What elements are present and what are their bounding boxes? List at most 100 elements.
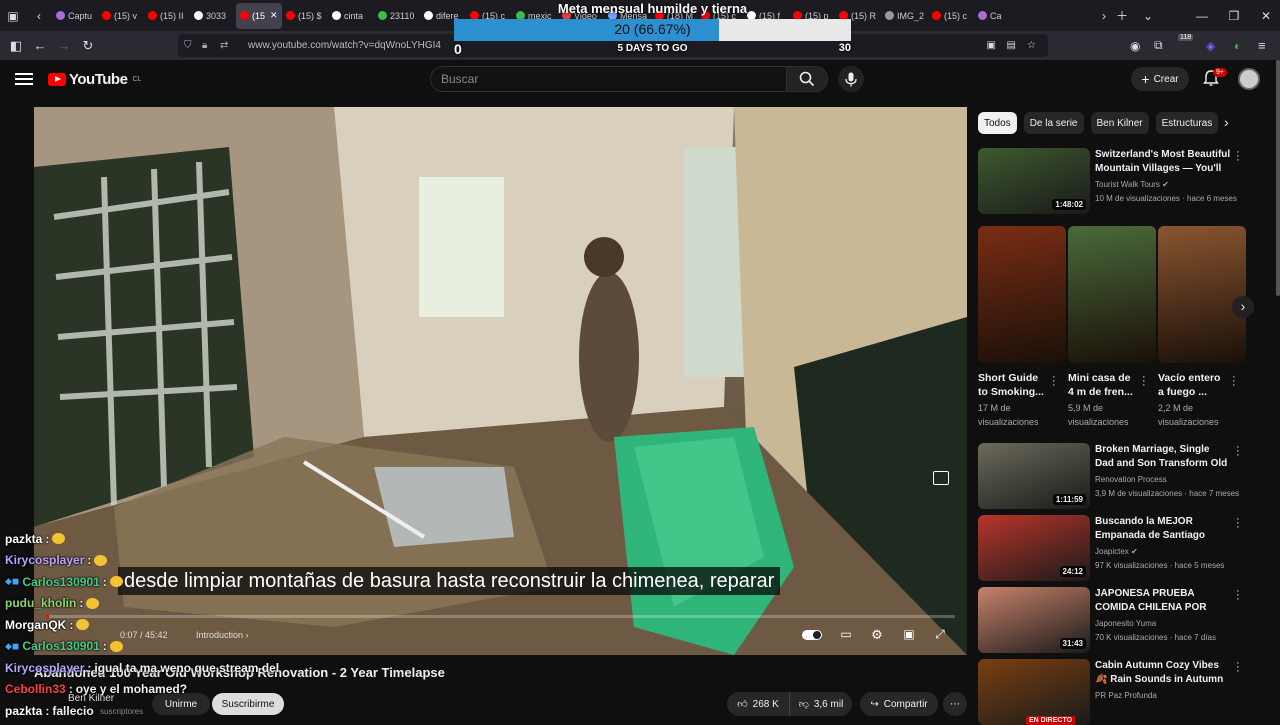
tab-overview-icon[interactable]: ▣ (0, 0, 26, 31)
chat-username[interactable]: Carlos130901 (22, 639, 99, 653)
account-icon[interactable]: ◉ (1130, 39, 1140, 53)
more-options-icon[interactable]: · · · (1142, 372, 1146, 391)
more-options-icon[interactable]: · · · (1236, 442, 1244, 461)
extension-purple-icon[interactable]: ◈ (1206, 39, 1215, 53)
chat-username[interactable]: Cebollin33 (5, 682, 66, 696)
chat-username[interactable]: Kirycosplayer (5, 553, 84, 567)
browser-tab[interactable]: 3033 (190, 3, 236, 29)
more-options-icon[interactable]: · · · (1236, 147, 1244, 166)
video-channel[interactable]: Tourist Walk Tours ✔ (1095, 180, 1169, 189)
permissions-icon[interactable]: ⇄ (220, 40, 228, 51)
related-video[interactable]: 24:12 Buscando la MEJOR Empanada de Santi… (978, 514, 1248, 581)
autoplay-toggle[interactable] (802, 627, 822, 643)
video-channel[interactable]: Renovation Process (1095, 475, 1167, 484)
like-button[interactable]: 👍︎ 268 K (727, 692, 789, 716)
forward-icon[interactable]: → (52, 38, 76, 53)
extensions-icon[interactable]: ⧉ (1154, 38, 1163, 53)
subtitles-icon[interactable]: ▭ (836, 627, 856, 643)
chips-next-icon[interactable]: › (1224, 114, 1229, 130)
related-video[interactable]: 31:43 JAPONESA PRUEBA COMIDA CHILENA POR … (978, 586, 1248, 653)
create-button[interactable]: + Crear (1131, 67, 1189, 91)
more-options-icon[interactable]: · · · (1236, 514, 1244, 533)
filter-chip[interactable]: Ben Kilner (1090, 112, 1149, 134)
chat-username[interactable]: Kirycosplayer (5, 661, 84, 675)
reload-icon[interactable]: ↻ (76, 38, 100, 54)
browser-tab[interactable]: 23110 (374, 3, 420, 29)
picture-icon[interactable]: ▣ (987, 40, 996, 51)
more-options-icon[interactable]: · · · (1236, 586, 1244, 605)
video-channel[interactable]: PR Paz Profunda (1095, 691, 1157, 700)
search-button[interactable] (786, 66, 828, 92)
short-item[interactable]: Vacío entero a fuego ... 2,2 M de visuali… (1158, 226, 1246, 429)
chat-username[interactable]: pazkta (5, 532, 42, 546)
fullscreen-icon[interactable]: ⤢ (930, 627, 950, 643)
short-title[interactable]: Vacío entero a fuego ... (1158, 371, 1228, 399)
close-tab-icon[interactable]: ✕ (270, 10, 278, 21)
video-title[interactable]: Buscando la MEJOR Empanada de Santiago 2… (1095, 515, 1231, 544)
browser-tab[interactable]: IMG_2 (881, 3, 928, 29)
video-thumbnail[interactable]: EN DIRECTO (978, 659, 1090, 725)
chat-username[interactable]: pazkta (5, 704, 42, 718)
extension-green-icon[interactable]: ◐ (1234, 39, 1241, 53)
close-window-icon[interactable]: ✕ (1250, 0, 1280, 31)
maximize-icon[interactable]: ❐ (1218, 0, 1250, 31)
video-title[interactable]: Broken Marriage, Single Dad and Son Tran… (1095, 443, 1231, 472)
more-options-icon[interactable]: · · · (1236, 658, 1244, 677)
browser-tab[interactable]: (15 ✕ (236, 2, 282, 29)
video-thumbnail[interactable]: 1:48:02 (978, 148, 1090, 214)
video-thumbnail[interactable]: 24:12 (978, 515, 1090, 581)
browser-tab[interactable]: (15) c (928, 3, 974, 29)
bookmark-star-icon[interactable]: ☆ (1027, 40, 1036, 51)
share-button[interactable]: ↪ Compartir (860, 692, 938, 716)
short-thumbnail[interactable] (978, 226, 1066, 363)
user-avatar[interactable] (1238, 68, 1260, 90)
guide-menu-icon[interactable] (15, 70, 33, 88)
miniplayer-icon[interactable] (933, 471, 949, 485)
video-thumbnail[interactable]: 31:43 (978, 587, 1090, 653)
video-title[interactable]: Cabin Autumn Cozy Vibes 🍂 Rain Sounds in… (1095, 659, 1231, 688)
more-actions-button[interactable]: ⋯ (943, 692, 967, 716)
tabs-scroll-left-icon[interactable]: ‹ (26, 0, 52, 31)
shorts-next-button[interactable]: › (1232, 296, 1254, 318)
video-title[interactable]: JAPONESA PRUEBA COMIDA CHILENA POR PRIME… (1095, 587, 1231, 616)
short-thumbnail[interactable] (1158, 226, 1246, 363)
chat-username[interactable]: pudu_kholin (5, 596, 76, 610)
list-all-tabs-icon[interactable]: ⌄ (1132, 0, 1164, 31)
chat-username[interactable]: Carlos130901 (22, 575, 99, 589)
video-channel[interactable]: Japonesito Yuma (1095, 619, 1156, 628)
chat-username[interactable]: MorganQK (5, 618, 66, 632)
search-input[interactable]: Buscar (430, 66, 787, 92)
browser-tab[interactable]: cinta (328, 3, 374, 29)
voice-search-button[interactable] (838, 66, 864, 92)
browser-tab[interactable]: (15) II (144, 3, 190, 29)
youtube-logo[interactable]: YouTube CL (48, 71, 141, 88)
lock-icon[interactable]: 🔒︎ (202, 40, 207, 51)
app-menu-icon[interactable]: ≡ (1258, 38, 1266, 53)
dislike-button[interactable]: 👎︎ 3,6 mil (789, 692, 852, 716)
back-icon[interactable]: ← (28, 38, 52, 53)
shield-icon[interactable]: ⛉ (184, 40, 192, 51)
minimize-icon[interactable]: — (1186, 0, 1218, 31)
short-thumbnail[interactable] (1068, 226, 1156, 363)
related-video[interactable]: 1:48:02 Switzerland's Most Beautiful Moun… (978, 147, 1248, 214)
page-scrollbar[interactable] (1276, 60, 1280, 296)
settings-gear-icon[interactable]: ⚙ (867, 627, 887, 643)
short-title[interactable]: Short Guide to Smoking... (978, 371, 1048, 399)
browser-tab[interactable]: Captu (52, 3, 98, 29)
browser-tab[interactable]: Ca (974, 3, 1020, 29)
more-options-icon[interactable]: · · · (1232, 372, 1236, 391)
short-item[interactable]: Short Guide to Smoking... 17 M de visuali… (978, 226, 1066, 429)
video-channel[interactable]: Joapictex ✔ (1095, 547, 1138, 556)
more-options-icon[interactable]: · · · (1052, 372, 1056, 391)
filter-chip[interactable]: De la serie (1023, 112, 1084, 134)
related-video[interactable]: 1:11:59 Broken Marriage, Single Dad and S… (978, 442, 1248, 509)
browser-tab[interactable]: (15) $ (282, 3, 328, 29)
filter-chip[interactable]: Todos (978, 112, 1017, 134)
reader-view-icon[interactable]: ▤ (1007, 40, 1016, 51)
short-title[interactable]: Mini casa de 4 m de fren... (1068, 371, 1138, 399)
video-thumbnail[interactable]: 1:11:59 (978, 443, 1090, 509)
video-title[interactable]: Switzerland's Most Beautiful Mountain Vi… (1095, 148, 1231, 177)
theater-mode-icon[interactable]: ▣ (899, 627, 919, 643)
sidebar-toggle-icon[interactable]: ◧ (4, 38, 28, 54)
filter-chip[interactable]: Estructuras (1155, 112, 1219, 134)
